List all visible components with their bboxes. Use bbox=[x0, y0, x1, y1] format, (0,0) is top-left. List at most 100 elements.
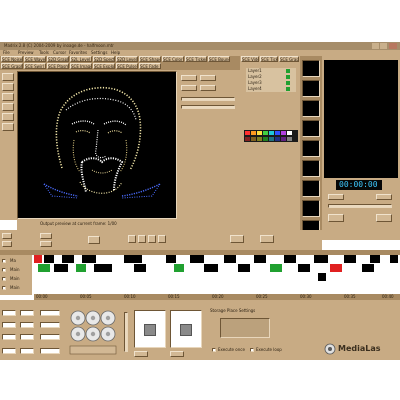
scene-preview-b[interactable] bbox=[170, 310, 202, 348]
transport-button[interactable] bbox=[158, 235, 166, 243]
tool-button[interactable] bbox=[2, 113, 14, 121]
value-field[interactable] bbox=[40, 334, 60, 340]
thumbnail-face[interactable] bbox=[302, 160, 320, 177]
tool-button[interactable] bbox=[2, 103, 14, 111]
track-row[interactable]: Main bbox=[2, 275, 30, 283]
clip[interactable] bbox=[370, 255, 380, 263]
effect-tab[interactable]: SCE Bounce bbox=[208, 56, 230, 62]
tool-button[interactable] bbox=[2, 83, 14, 91]
clip[interactable] bbox=[298, 264, 310, 272]
track-checkbox[interactable] bbox=[2, 259, 6, 263]
layer-row[interactable]: Layer4 bbox=[246, 86, 296, 92]
transport-button[interactable] bbox=[230, 235, 244, 243]
clip[interactable] bbox=[62, 255, 74, 263]
layer-tab[interactable]: SCE Video bbox=[241, 56, 259, 62]
menu-favorites[interactable]: Favorites bbox=[69, 50, 91, 55]
minimize-button[interactable] bbox=[372, 43, 379, 49]
close-button[interactable] bbox=[389, 43, 397, 49]
effect-tab[interactable]: S2D Level bbox=[116, 56, 138, 62]
storage-field[interactable] bbox=[220, 318, 270, 338]
setting-button[interactable] bbox=[181, 75, 197, 81]
clip[interactable] bbox=[34, 255, 42, 263]
value-field[interactable] bbox=[2, 310, 16, 316]
transport-button[interactable] bbox=[138, 235, 146, 243]
layer-tab[interactable]: SCE Ticker bbox=[260, 56, 278, 62]
clip[interactable] bbox=[254, 255, 266, 263]
effect-tab[interactable]: SCE Shapes bbox=[139, 56, 161, 62]
effect-tab[interactable]: S2D Graph bbox=[47, 56, 69, 62]
clip[interactable] bbox=[44, 255, 54, 263]
effect-tab[interactable]: S2D Spectrum bbox=[93, 56, 115, 62]
clip[interactable] bbox=[134, 264, 146, 272]
value-field[interactable] bbox=[20, 322, 34, 328]
value-field[interactable] bbox=[20, 348, 34, 354]
effect-tab[interactable]: SCE Wave bbox=[24, 56, 46, 62]
clip[interactable] bbox=[284, 255, 296, 263]
clip[interactable] bbox=[390, 255, 398, 263]
menu-cursor[interactable]: Cursor bbox=[53, 50, 69, 55]
setting-slider[interactable] bbox=[181, 97, 235, 101]
track-checkbox[interactable] bbox=[2, 268, 6, 272]
thumbnail-face[interactable] bbox=[302, 200, 320, 217]
clip[interactable] bbox=[166, 255, 176, 263]
clip[interactable] bbox=[54, 264, 68, 272]
clip[interactable] bbox=[314, 255, 328, 263]
value-field[interactable] bbox=[20, 334, 34, 340]
timeline-tracks[interactable] bbox=[34, 255, 400, 291]
value-field[interactable] bbox=[2, 348, 16, 354]
track-row[interactable]: Main bbox=[2, 266, 30, 274]
clip[interactable] bbox=[344, 255, 356, 263]
transport-button[interactable] bbox=[2, 233, 12, 239]
clip[interactable] bbox=[94, 264, 112, 272]
color-palette[interactable] bbox=[244, 130, 298, 142]
output-control-button[interactable] bbox=[376, 194, 392, 200]
track-row[interactable]: Ma bbox=[2, 257, 30, 265]
tool-button[interactable] bbox=[2, 93, 14, 101]
effect-tab[interactable]: SCE Color bbox=[162, 56, 184, 62]
clip[interactable] bbox=[362, 264, 374, 272]
execute-once-checkbox[interactable] bbox=[212, 348, 216, 352]
thumbnail-face[interactable] bbox=[302, 140, 320, 157]
effect-tab[interactable]: SCE Fade bbox=[139, 63, 161, 69]
preview-control-button[interactable] bbox=[170, 351, 184, 357]
menu-help[interactable]: Help bbox=[111, 50, 123, 55]
effect-tab[interactable]: SCE Image bbox=[70, 63, 92, 69]
value-field[interactable] bbox=[20, 310, 34, 316]
clip[interactable] bbox=[318, 273, 326, 281]
execute-loop-checkbox[interactable] bbox=[250, 348, 254, 352]
clip[interactable] bbox=[270, 264, 282, 272]
transport-button[interactable] bbox=[2, 241, 12, 247]
menu-tools[interactable]: Tools bbox=[39, 50, 53, 55]
clip[interactable] bbox=[224, 255, 236, 263]
track-row[interactable]: Main bbox=[2, 284, 30, 292]
clip[interactable] bbox=[174, 264, 184, 272]
track-checkbox[interactable] bbox=[2, 286, 6, 290]
clip[interactable] bbox=[190, 255, 204, 263]
maximize-button[interactable] bbox=[380, 43, 387, 49]
clip[interactable] bbox=[76, 264, 86, 272]
output-control-button[interactable] bbox=[328, 194, 344, 200]
clip[interactable] bbox=[82, 255, 96, 263]
transport-button[interactable] bbox=[40, 241, 52, 247]
menu-file[interactable]: File bbox=[3, 50, 17, 55]
output-control-button[interactable] bbox=[376, 214, 392, 222]
value-field[interactable] bbox=[2, 334, 16, 340]
thumbnail-face[interactable] bbox=[302, 80, 320, 97]
clip[interactable] bbox=[238, 264, 250, 272]
effect-tab[interactable]: SCE Pulse bbox=[116, 63, 138, 69]
setting-button[interactable] bbox=[200, 75, 216, 81]
value-field[interactable] bbox=[40, 348, 60, 354]
effect-tab[interactable]: S2L Level bbox=[70, 56, 92, 62]
clip[interactable] bbox=[204, 264, 218, 272]
transport-button[interactable] bbox=[260, 235, 274, 243]
value-field[interactable] bbox=[40, 310, 60, 316]
setting-button[interactable] bbox=[181, 85, 197, 91]
tool-button[interactable] bbox=[2, 73, 14, 81]
thumbnail-face[interactable] bbox=[302, 100, 320, 117]
transport-button[interactable] bbox=[128, 235, 136, 243]
transport-button[interactable] bbox=[148, 235, 156, 243]
effect-tab[interactable]: SCE Swirl bbox=[24, 63, 46, 69]
effect-tab[interactable]: SCE Explosion bbox=[93, 63, 115, 69]
clip[interactable] bbox=[124, 255, 142, 263]
tool-button[interactable] bbox=[2, 123, 14, 131]
